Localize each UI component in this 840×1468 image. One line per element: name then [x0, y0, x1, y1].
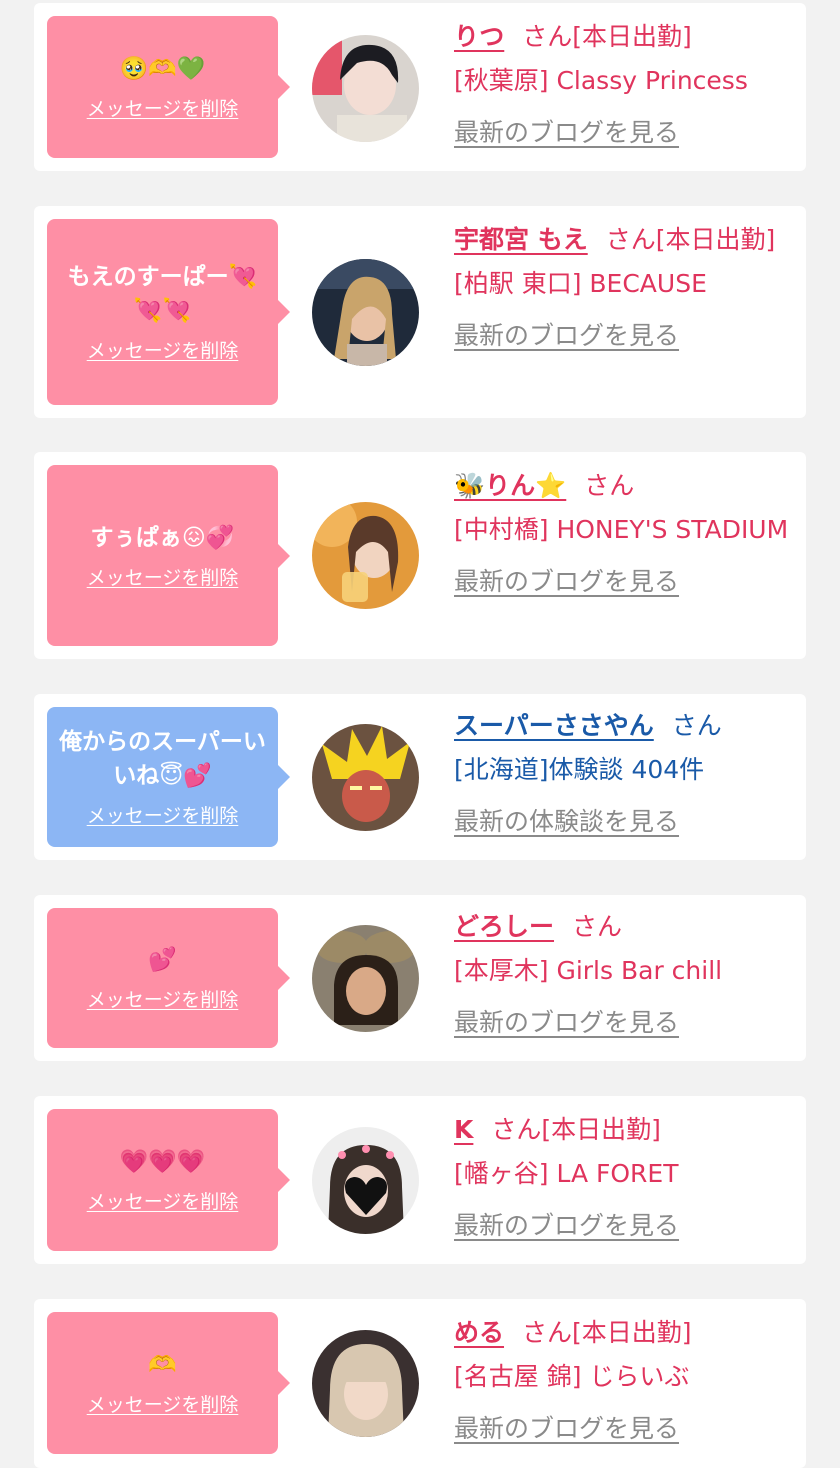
delete-message-link[interactable]: メッセージを削除	[87, 338, 239, 364]
profile-info: 宇都宮 もえ さん[本日出勤] [柏駅 東口] BECAUSE 最新のブログを見る	[454, 218, 794, 358]
name-suffix: さん	[572, 912, 623, 941]
girl-name-link[interactable]: 🐝りん⭐	[454, 471, 566, 500]
profile-info: どろしー さん [本厚木] Girls Bar chill 最新のブログを見る	[454, 905, 794, 1045]
delete-message-link[interactable]: メッセージを削除	[87, 96, 239, 122]
message-bubble: 💗💗💗 メッセージを削除	[47, 1109, 290, 1251]
list-item: 🥹🫶💚 メッセージを削除 りつ さん[本日出勤] [秋葉原] Classy Pri…	[34, 3, 806, 171]
message-text: 🫶	[148, 1352, 177, 1378]
profile-info: 🐝りん⭐ さん [中村橋] HONEY'S STADIUM 最新のブログを見る	[454, 464, 794, 604]
shop-info: [幡ヶ谷] LA FORET	[454, 1159, 679, 1188]
latest-review-link[interactable]: 最新の体験談を見る	[454, 800, 679, 844]
message-text: すぅぱぁ😖💞	[90, 524, 235, 551]
delete-message-link[interactable]: メッセージを削除	[87, 803, 239, 829]
message-bubble: 💕 メッセージを削除	[47, 908, 290, 1048]
avatar[interactable]	[312, 925, 419, 1032]
avatar[interactable]	[312, 1330, 419, 1437]
delete-message-link[interactable]: メッセージを削除	[87, 1189, 239, 1215]
name-suffix: さん[本日出勤]	[522, 1318, 692, 1347]
profile-info: スーパーささやん さん [北海道]体験談 404件 最新の体験談を見る	[454, 704, 794, 844]
message-bubble: もえのすーぱー💘💘💘 メッセージを削除	[47, 219, 290, 405]
shop-info: [中村橋] HONEY'S STADIUM	[454, 515, 789, 544]
message-text: 🥹🫶💚	[119, 56, 206, 82]
shop-info: [秋葉原] Classy Princess	[454, 66, 748, 95]
list-item: 俺からのスーパーいいね😇💕 メッセージを削除 スーパーささやん さん [北海道]体…	[34, 694, 806, 860]
shop-info: [名古屋 錦] じらいぶ	[454, 1362, 690, 1391]
reviewer-name-link[interactable]: スーパーささやん	[454, 711, 654, 740]
delete-message-link[interactable]: メッセージを削除	[87, 1392, 239, 1418]
latest-blog-link[interactable]: 最新のブログを見る	[454, 1407, 679, 1451]
name-suffix: さん[本日出勤]	[605, 225, 776, 254]
girl-name-link[interactable]: 宇都宮 もえ	[454, 225, 588, 254]
message-text: もえのすーぱー💘💘💘	[67, 264, 258, 324]
latest-blog-link[interactable]: 最新のブログを見る	[454, 314, 679, 358]
super-like-list: 🥹🫶💚 メッセージを削除 りつ さん[本日出勤] [秋葉原] Classy Pri…	[0, 0, 840, 1468]
list-item: 🫶 メッセージを削除 める さん[本日出勤] [名古屋 錦] じらいぶ 最新のブロ…	[34, 1299, 806, 1468]
delete-message-link[interactable]: メッセージを削除	[87, 565, 239, 591]
avatar[interactable]	[312, 259, 419, 366]
list-item: 💗💗💗 メッセージを削除 K さん[本日出勤] [幡ヶ谷] LA FORET 最新…	[34, 1096, 806, 1264]
list-item: もえのすーぱー💘💘💘 メッセージを削除 宇都宮 もえ さん[本日出勤] [柏駅 東…	[34, 206, 806, 418]
profile-info: K さん[本日出勤] [幡ヶ谷] LA FORET 最新のブログを見る	[454, 1108, 794, 1248]
girl-name-link[interactable]: りつ	[454, 22, 504, 51]
message-text: 💗💗💗	[119, 1149, 206, 1175]
name-suffix: さん[本日出勤]	[522, 22, 692, 51]
avatar[interactable]	[312, 502, 419, 609]
latest-blog-link[interactable]: 最新のブログを見る	[454, 1204, 679, 1248]
profile-info: める さん[本日出勤] [名古屋 錦] じらいぶ 最新のブログを見る	[454, 1311, 794, 1451]
message-bubble: 俺からのスーパーいいね😇💕 メッセージを削除	[47, 707, 290, 847]
girl-name-link[interactable]: どろしー	[454, 912, 554, 941]
avatar[interactable]	[312, 724, 419, 831]
message-bubble: すぅぱぁ😖💞 メッセージを削除	[47, 465, 290, 646]
latest-blog-link[interactable]: 最新のブログを見る	[454, 1001, 679, 1045]
name-suffix: さん	[671, 711, 722, 740]
latest-blog-link[interactable]: 最新のブログを見る	[454, 560, 679, 604]
profile-info: りつ さん[本日出勤] [秋葉原] Classy Princess 最新のブログを…	[454, 15, 794, 155]
message-bubble: 🫶 メッセージを削除	[47, 1312, 290, 1454]
name-suffix: さん[本日出勤]	[491, 1115, 661, 1144]
delete-message-link[interactable]: メッセージを削除	[87, 987, 239, 1013]
list-item: すぅぱぁ😖💞 メッセージを削除 🐝りん⭐ さん [中村橋] HONEY'S STA…	[34, 452, 806, 659]
name-suffix: さん	[584, 471, 635, 500]
latest-blog-link[interactable]: 最新のブログを見る	[454, 111, 679, 155]
message-text: 俺からのスーパーいいね😇💕	[59, 729, 266, 789]
avatar[interactable]	[312, 1127, 419, 1234]
review-info: [北海道]体験談 404件	[454, 755, 705, 784]
list-item: 💕 メッセージを削除 どろしー さん [本厚木] Girls Bar chill …	[34, 895, 806, 1061]
girl-name-link[interactable]: める	[454, 1318, 504, 1347]
message-bubble: 🥹🫶💚 メッセージを削除	[47, 16, 290, 158]
message-text: 💕	[148, 947, 177, 973]
avatar[interactable]	[312, 35, 419, 142]
girl-name-link[interactable]: K	[454, 1115, 473, 1144]
shop-info: [柏駅 東口] BECAUSE	[454, 269, 707, 298]
shop-info: [本厚木] Girls Bar chill	[454, 956, 723, 985]
